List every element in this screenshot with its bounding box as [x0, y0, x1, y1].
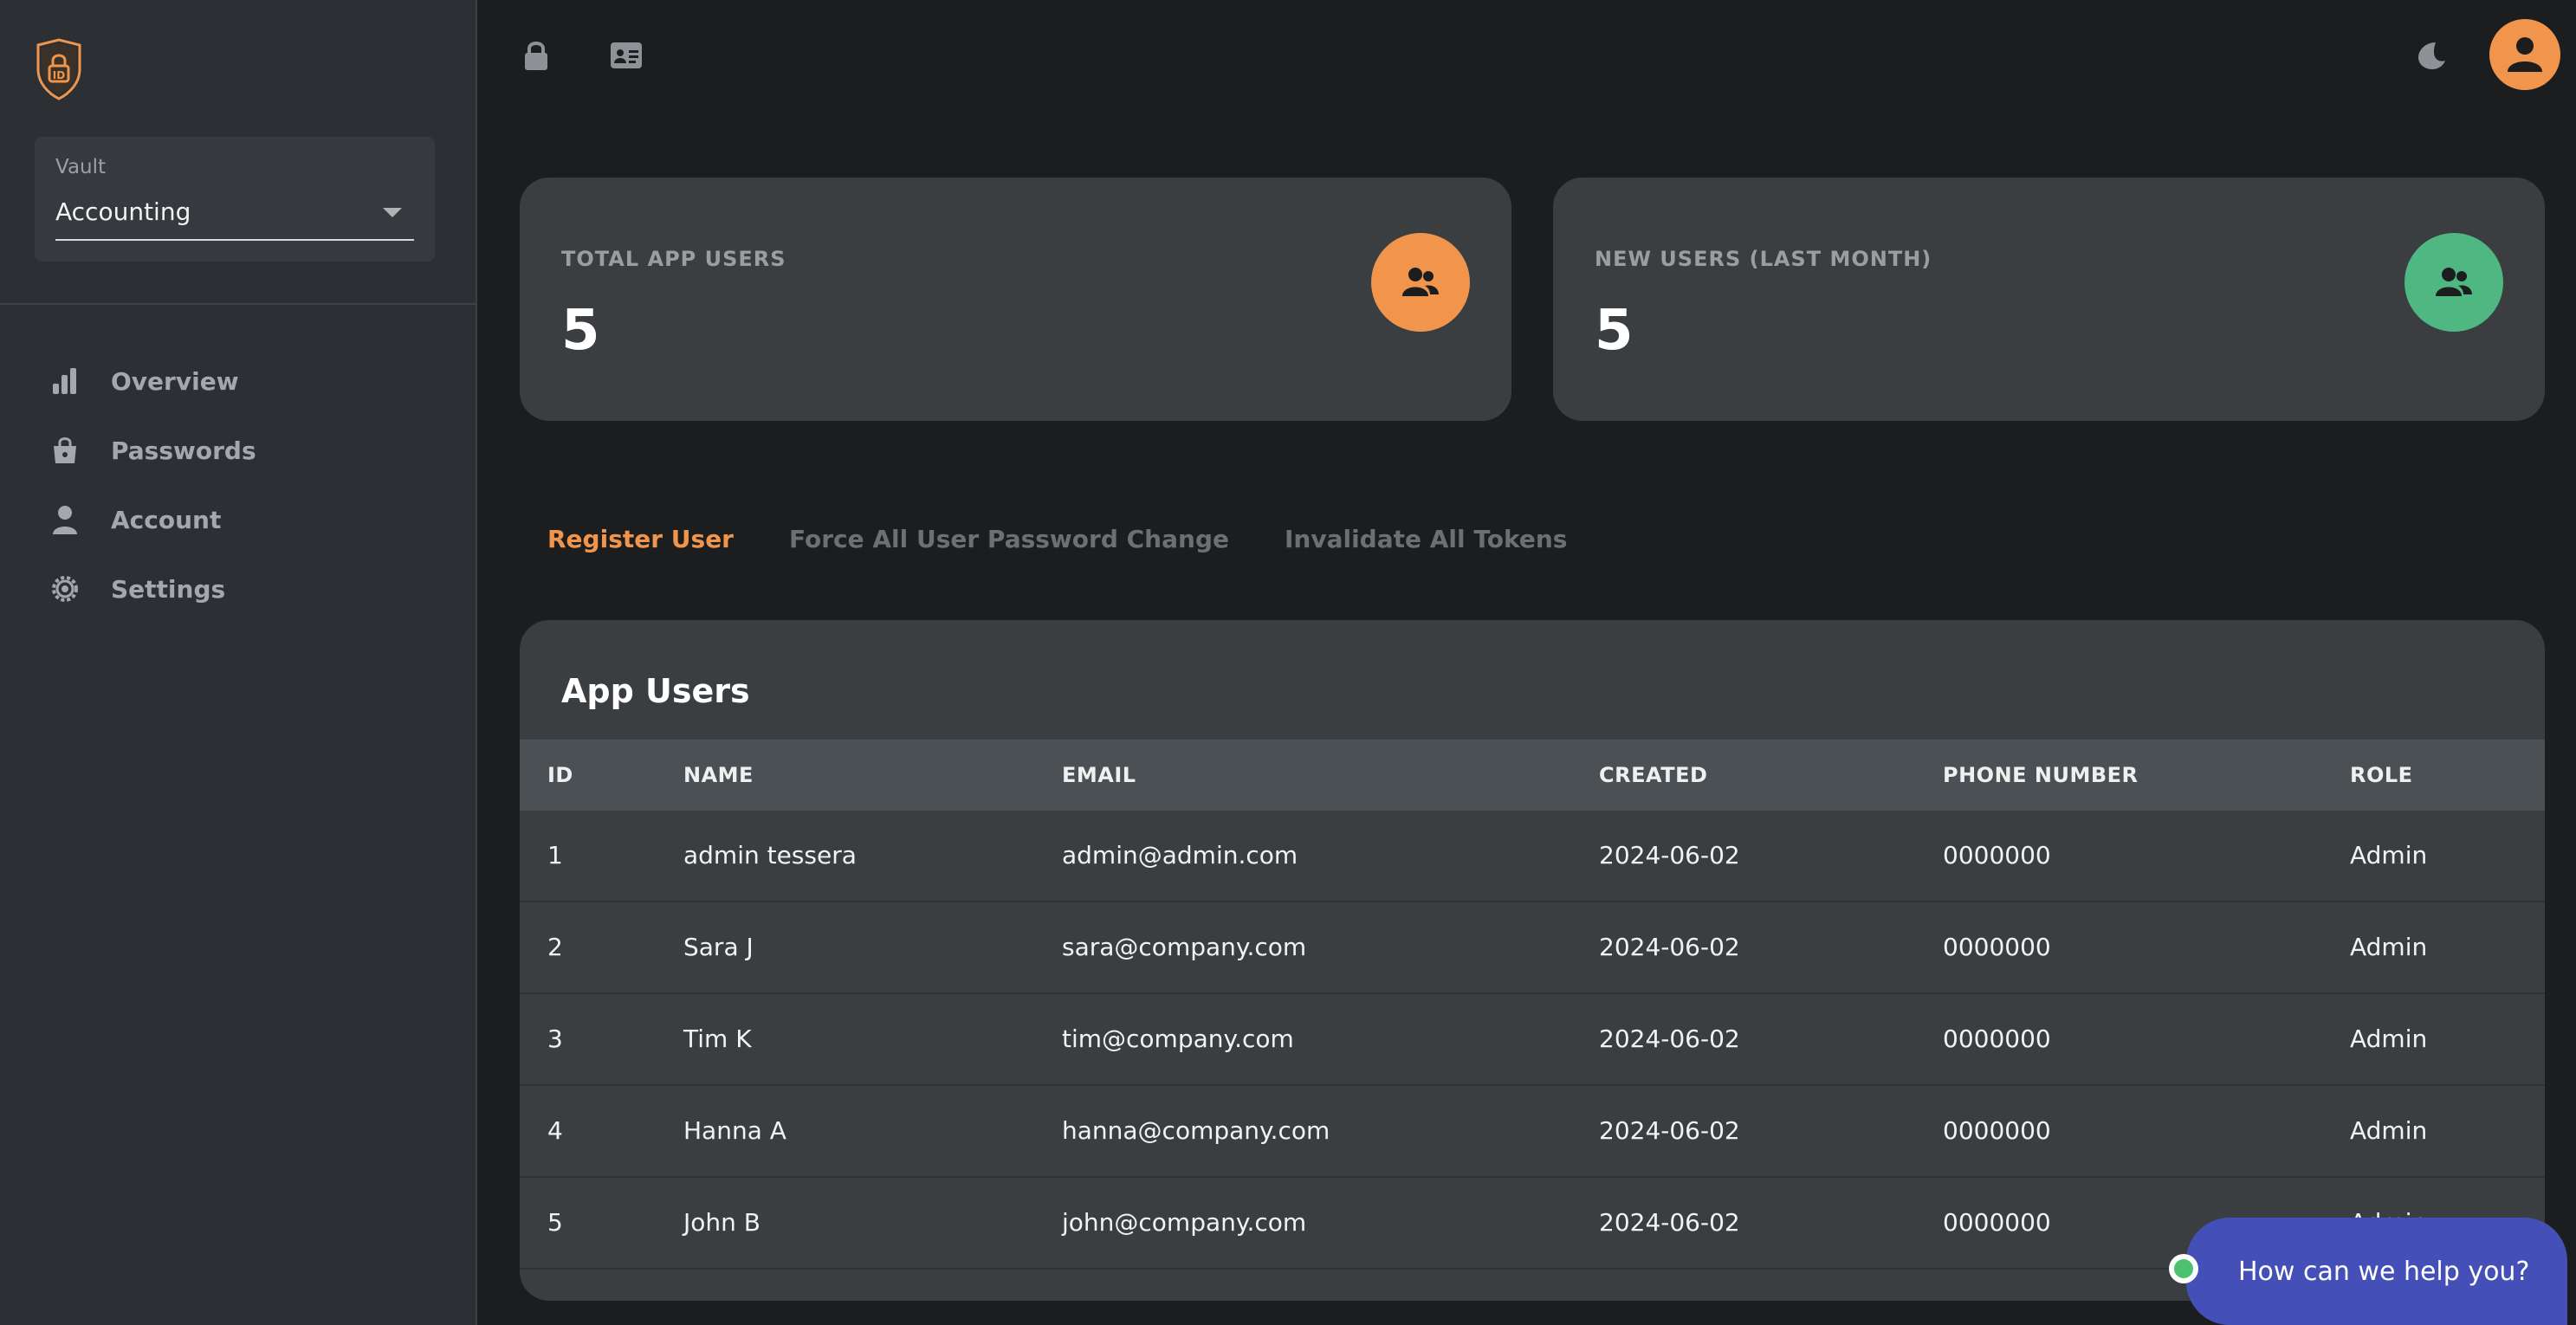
cell-role: Admin [2350, 841, 2428, 869]
sidebar-nav: Overview Passwords Account Settings [0, 346, 476, 624]
sidebar-item-label: Account [111, 505, 222, 534]
cell-id: 1 [547, 841, 563, 869]
caret-down-icon [383, 208, 402, 217]
cell-email: john@company.com [1062, 1208, 1307, 1237]
users-badge [1371, 233, 1470, 332]
cell-created: 2024-06-02 [1599, 1116, 1740, 1145]
table-body: 1 admin tessera admin@admin.com 2024-06-… [520, 811, 2545, 1270]
online-status-icon [2169, 1254, 2198, 1283]
stat-label: NEW USERS (LAST MONTH) [1595, 247, 1932, 271]
cell-id: 5 [547, 1208, 563, 1237]
cell-email: sara@company.com [1062, 933, 1307, 961]
vault-underline [55, 239, 414, 241]
table-header: ID NAME EMAIL CREATED PHONE NUMBER ROLE [520, 740, 2545, 811]
column-header-created[interactable]: CREATED [1599, 740, 1707, 811]
stat-value: 5 [1595, 299, 1634, 363]
column-header-phone[interactable]: PHONE NUMBER [1943, 740, 2139, 811]
cell-name: Tim K [683, 1024, 752, 1053]
bar-chart-icon [50, 365, 80, 397]
app-root: ID Vault Accounting Overview Passwords A… [0, 0, 2576, 1325]
invalidate-tokens-button[interactable]: Invalidate All Tokens [1285, 525, 1567, 553]
cell-name: Sara J [683, 933, 754, 961]
register-user-button[interactable]: Register User [547, 525, 734, 553]
stat-label: TOTAL APP USERS [561, 247, 786, 271]
cell-phone: 0000000 [1943, 1208, 2051, 1237]
person-icon [2508, 37, 2542, 72]
lock-icon[interactable] [523, 40, 549, 74]
cell-created: 2024-06-02 [1599, 1024, 1740, 1053]
column-header-id[interactable]: ID [547, 740, 573, 811]
sidebar: ID Vault Accounting Overview Passwords A… [0, 0, 477, 1325]
users-badge [2404, 233, 2503, 332]
chat-widget-button[interactable]: How can we help you? [2186, 1218, 2567, 1325]
gear-icon [50, 573, 80, 604]
cell-role: Admin [2350, 1024, 2428, 1053]
cell-name: John B [683, 1208, 761, 1237]
cell-created: 2024-06-02 [1599, 841, 1740, 869]
svg-text:ID: ID [53, 69, 65, 81]
stat-card-total-users: TOTAL APP USERS 5 [520, 178, 1511, 421]
table-row[interactable]: 3 Tim K tim@company.com 2024-06-02 00000… [520, 994, 2545, 1086]
table-title: App Users [561, 672, 750, 710]
table-row[interactable]: 1 admin tessera admin@admin.com 2024-06-… [520, 811, 2545, 902]
shopping-bag-icon [50, 435, 80, 466]
cell-created: 2024-06-02 [1599, 1208, 1740, 1237]
table-row[interactable]: 4 Hanna A hanna@company.com 2024-06-02 0… [520, 1086, 2545, 1178]
moon-icon[interactable] [2415, 40, 2446, 74]
vault-label: Vault [55, 156, 107, 178]
stat-card-new-users: NEW USERS (LAST MONTH) 5 [1553, 178, 2545, 421]
sidebar-item-passwords[interactable]: Passwords [0, 416, 476, 485]
chat-prompt: How can we help you? [2238, 1256, 2530, 1287]
online-dot [2174, 1259, 2193, 1278]
sidebar-divider [0, 303, 476, 305]
sidebar-item-label: Overview [111, 366, 239, 396]
column-header-name[interactable]: NAME [683, 740, 754, 811]
cell-id: 3 [547, 1024, 563, 1053]
cell-id: 4 [547, 1116, 563, 1145]
cell-phone: 0000000 [1943, 1116, 2051, 1145]
users-icon [2436, 268, 2472, 296]
stat-value: 5 [561, 299, 600, 363]
cell-email: hanna@company.com [1062, 1116, 1330, 1145]
cell-id: 2 [547, 933, 563, 961]
user-actions: Register User Force All User Password Ch… [547, 525, 1567, 553]
id-card-icon[interactable] [610, 42, 643, 73]
column-header-role[interactable]: ROLE [2350, 740, 2413, 811]
cell-name: admin tessera [683, 841, 857, 869]
app-users-card: App Users ID NAME EMAIL CREATED PHONE NU… [520, 620, 2545, 1301]
cell-phone: 0000000 [1943, 841, 2051, 869]
person-icon [50, 504, 80, 535]
avatar[interactable] [2489, 19, 2560, 90]
cell-phone: 0000000 [1943, 933, 2051, 961]
cell-created: 2024-06-02 [1599, 933, 1740, 961]
vault-select[interactable]: Vault Accounting [35, 137, 435, 262]
sidebar-item-label: Settings [111, 574, 226, 604]
table-row[interactable]: 2 Sara J sara@company.com 2024-06-02 000… [520, 902, 2545, 994]
shield-logo-icon[interactable]: ID [33, 38, 85, 100]
sidebar-item-overview[interactable]: Overview [0, 346, 476, 416]
sidebar-item-account[interactable]: Account [0, 485, 476, 554]
sidebar-item-label: Passwords [111, 436, 256, 465]
cell-role: Admin [2350, 1116, 2428, 1145]
column-header-email[interactable]: EMAIL [1062, 740, 1136, 811]
cell-phone: 0000000 [1943, 1024, 2051, 1053]
cell-email: admin@admin.com [1062, 841, 1298, 869]
cell-email: tim@company.com [1062, 1024, 1294, 1053]
force-password-change-button[interactable]: Force All User Password Change [789, 525, 1229, 553]
cell-role: Admin [2350, 933, 2428, 961]
users-icon [1402, 268, 1439, 296]
vault-value: Accounting [55, 197, 191, 226]
cell-name: Hanna A [683, 1116, 786, 1145]
sidebar-item-settings[interactable]: Settings [0, 554, 476, 624]
